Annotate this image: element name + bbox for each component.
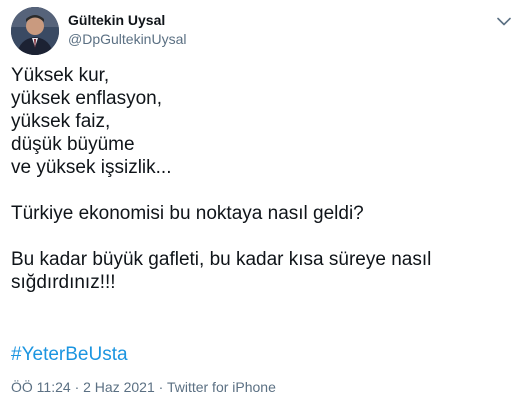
tweet-line: düşük büyüme — [11, 134, 135, 155]
tweet-line: yüksek enflasyon, — [11, 88, 163, 109]
meta-separator: · — [158, 379, 167, 395]
avatar-image — [11, 7, 59, 55]
author-handle[interactable]: @DpGultekinUysal — [68, 30, 186, 48]
tweet-line: Yüksek kur, — [11, 65, 110, 86]
tweet-date[interactable]: 2 Haz 2021 — [83, 379, 155, 395]
hashtag-link[interactable]: #YeterBeUsta — [11, 343, 128, 366]
tweet-line: ve yüksek işsizlik... — [11, 157, 172, 178]
tweet-paragraph: Bu kadar büyük gafleti, bu kadar kısa sü… — [11, 249, 432, 270]
author-display-name[interactable]: Gültekin Uysal — [68, 11, 186, 29]
tweet-card: Gültekin Uysal @DpGultekinUysal Yüksek k… — [0, 0, 527, 403]
meta-separator: · — [74, 379, 84, 395]
tweet-paragraph: Türkiye ekonomisi bu noktaya nasıl geldi… — [11, 203, 364, 224]
more-options-button[interactable] — [493, 10, 515, 32]
tweet-meta: ÖÖ 11:24 · 2 Haz 2021 · Twitter for iPho… — [11, 378, 276, 396]
author-block: Gültekin Uysal @DpGultekinUysal — [68, 11, 186, 48]
tweet-text: Yüksek kur, yüksek enflasyon, yüksek fai… — [11, 64, 516, 294]
tweet-source[interactable]: Twitter for iPhone — [167, 379, 276, 395]
tweet-time[interactable]: ÖÖ 11:24 — [11, 379, 71, 395]
tweet-line: yüksek faiz, — [11, 111, 111, 132]
chevron-down-icon — [497, 17, 511, 25]
avatar[interactable] — [11, 7, 59, 55]
tweet-paragraph: sığdırdınız!!! — [11, 272, 116, 293]
